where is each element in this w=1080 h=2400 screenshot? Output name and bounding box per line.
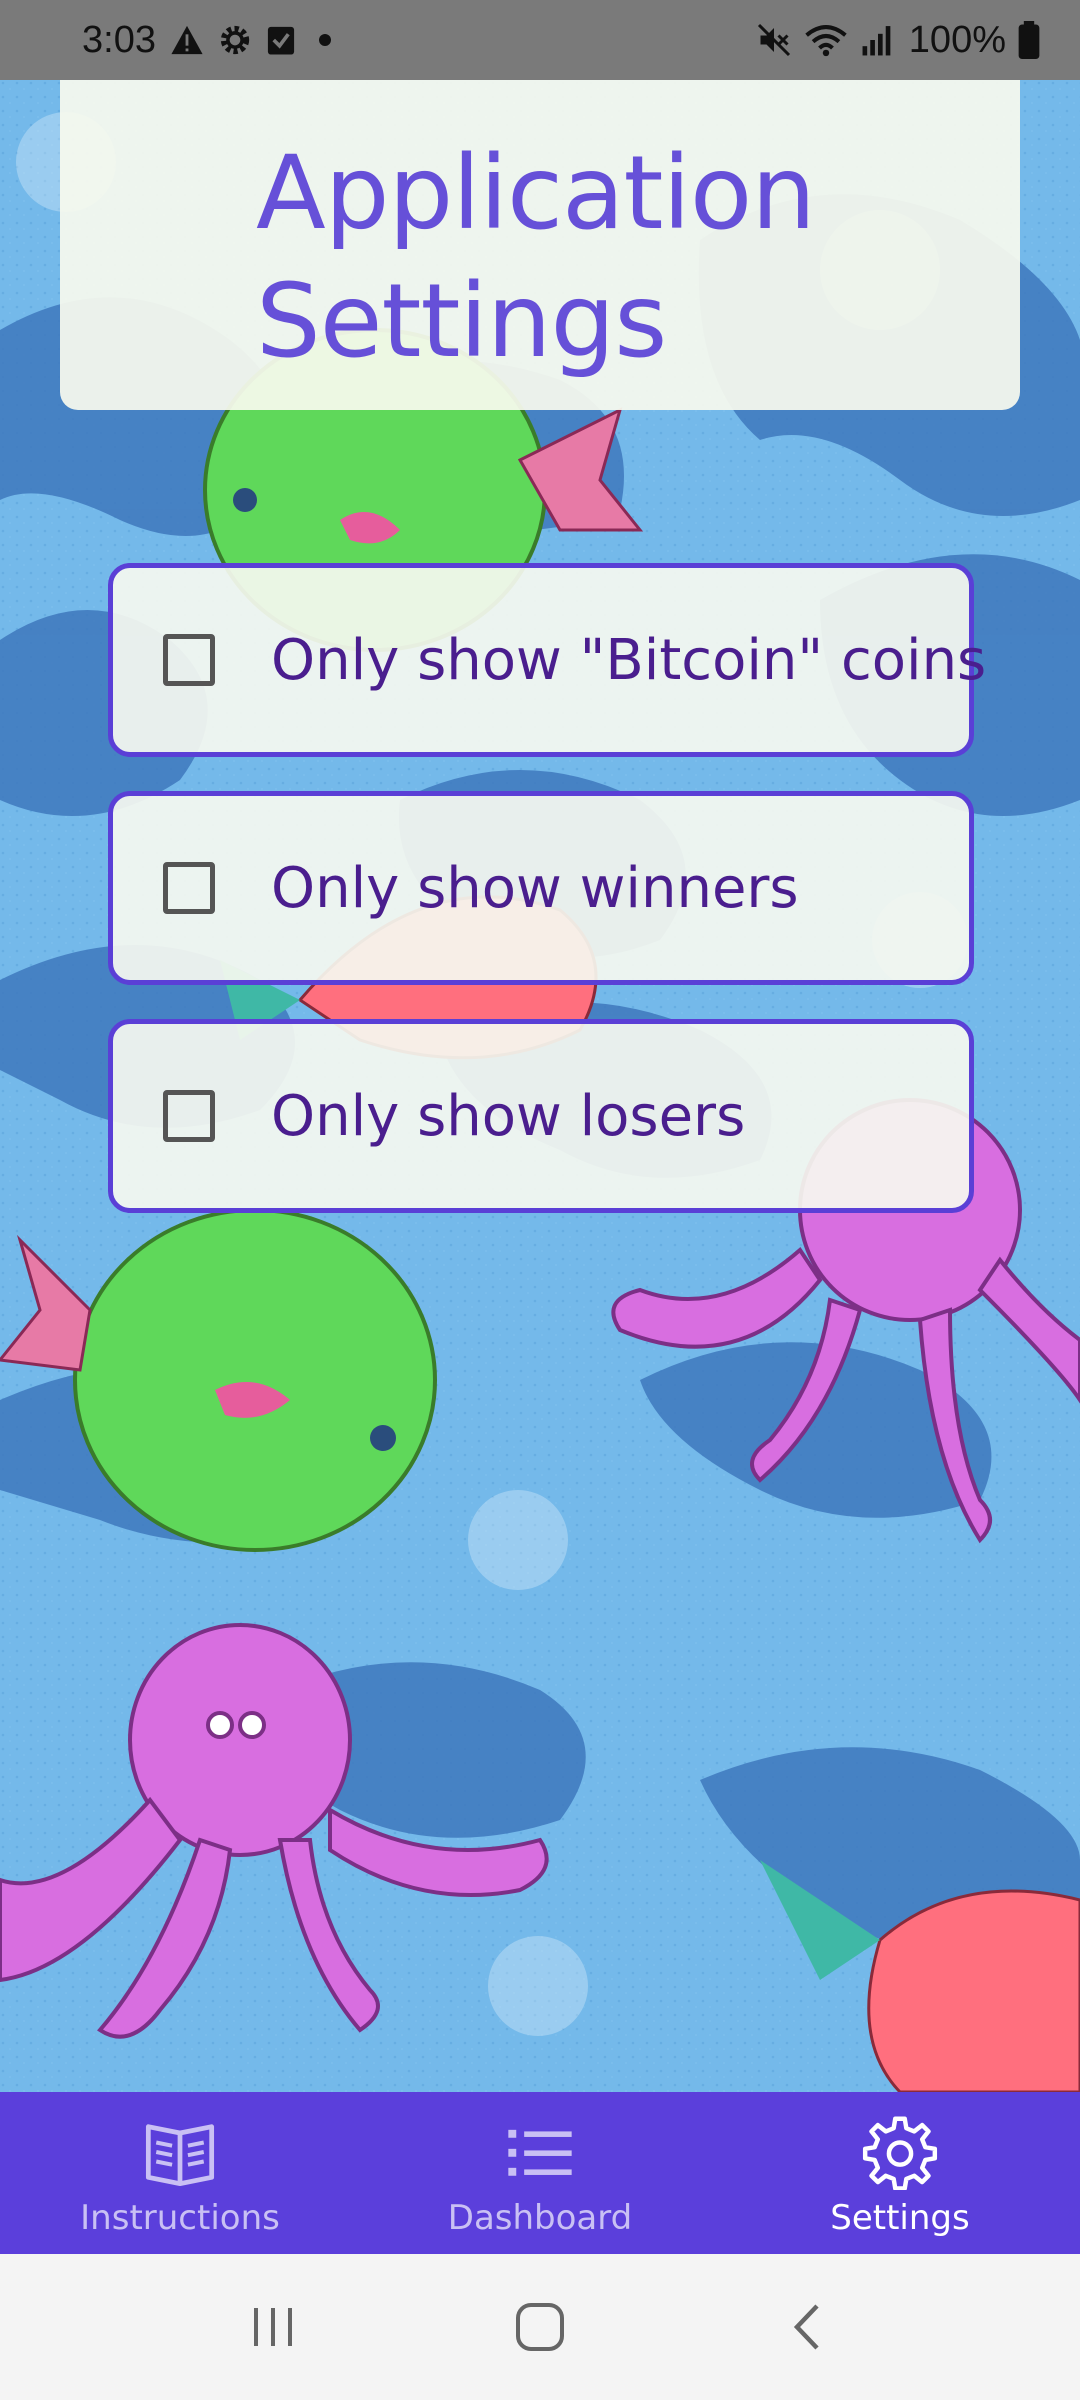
settings-options: Only show "Bitcoin" coins Only show winn… bbox=[108, 563, 986, 1247]
page-title-line1: Application bbox=[256, 134, 816, 253]
nav-settings-label: Settings bbox=[830, 2198, 970, 2238]
title-card: Application Settings bbox=[60, 80, 1020, 410]
system-navigation bbox=[0, 2254, 1080, 2400]
recents-button[interactable] bbox=[213, 2277, 333, 2377]
page-title-line2: Settings bbox=[256, 262, 667, 381]
back-button[interactable] bbox=[747, 2277, 867, 2377]
nav-dashboard-label: Dashboard bbox=[447, 2198, 633, 2238]
winners-only-label: Only show winners bbox=[271, 855, 799, 921]
nav-instructions-label: Instructions bbox=[80, 2198, 280, 2238]
home-icon bbox=[515, 2303, 564, 2351]
signal-icon bbox=[859, 23, 897, 57]
bitcoin-only-checkbox[interactable] bbox=[163, 634, 215, 686]
nav-dashboard[interactable]: Dashboard bbox=[360, 2092, 720, 2254]
mute-icon bbox=[755, 22, 793, 58]
option-bitcoin-only[interactable]: Only show "Bitcoin" coins bbox=[108, 563, 986, 757]
losers-only-checkbox[interactable] bbox=[163, 1090, 215, 1142]
status-bar: 3:03 100% bbox=[0, 0, 1080, 80]
bottom-navigation: Instructions Dashboard Settings bbox=[0, 2092, 1080, 2254]
option-winners-only[interactable]: Only show winners bbox=[108, 791, 974, 985]
page-title: Application Settings bbox=[256, 130, 1020, 386]
book-icon bbox=[145, 2124, 215, 2187]
gear-icon bbox=[862, 2116, 938, 2190]
option-losers-only[interactable]: Only show losers bbox=[108, 1019, 974, 1213]
gear-icon bbox=[218, 23, 252, 57]
home-button[interactable] bbox=[480, 2277, 600, 2377]
battery-percent: 100% bbox=[908, 18, 1006, 61]
list-icon bbox=[508, 2129, 572, 2176]
warning-icon bbox=[170, 24, 204, 56]
dot-icon bbox=[310, 25, 340, 55]
bitcoin-only-label: Only show "Bitcoin" coins bbox=[271, 627, 987, 693]
wifi-icon bbox=[805, 22, 847, 58]
status-time: 3:03 bbox=[82, 18, 156, 61]
winners-only-checkbox[interactable] bbox=[163, 862, 215, 914]
recents-icon bbox=[254, 2308, 293, 2346]
nav-settings[interactable]: Settings bbox=[720, 2092, 1080, 2254]
back-icon bbox=[793, 2304, 819, 2350]
battery-icon bbox=[1018, 21, 1040, 59]
checkbox-icon bbox=[266, 24, 296, 56]
losers-only-label: Only show losers bbox=[271, 1083, 746, 1149]
nav-instructions[interactable]: Instructions bbox=[0, 2092, 360, 2254]
